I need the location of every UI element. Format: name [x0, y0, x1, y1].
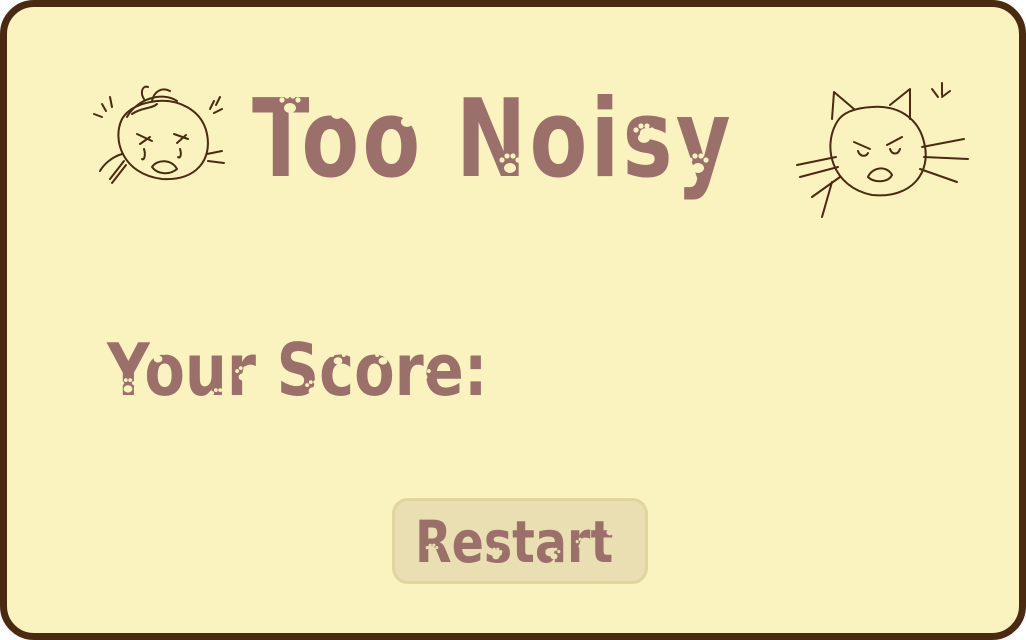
- paw-print-icon: [396, 107, 418, 127]
- paw-print-icon: [279, 93, 301, 113]
- title-row: Too Noisy: [77, 67, 977, 227]
- paw-print-icon: [425, 543, 439, 556]
- paw-print-icon: [499, 153, 521, 173]
- angry-cat-doodle-icon: [796, 82, 969, 218]
- paw-print-icon: [375, 350, 391, 365]
- paw-print-icon: [575, 537, 589, 550]
- game-over-panel: Too Noisy Your Score: Restart: [0, 0, 1026, 640]
- paw-print-icon: [415, 366, 431, 381]
- paw-print-icon: [759, 133, 781, 153]
- paw-print-icon: [455, 350, 471, 365]
- paw-print-icon: [150, 348, 166, 363]
- paw-print-icon: [547, 547, 561, 560]
- paw-print-icon: [210, 388, 226, 403]
- paw-print-icon: [235, 366, 251, 381]
- restart-button[interactable]: Restart: [392, 498, 648, 584]
- paw-print-icon: [120, 378, 136, 393]
- paw-print-icon: [449, 521, 463, 534]
- paw-print-icon: [633, 123, 655, 143]
- game-title: Too Noisy: [252, 77, 734, 202]
- paw-print-icon: [687, 153, 709, 173]
- paw-print-icon: [330, 350, 346, 365]
- paw-print-icon: [603, 523, 617, 536]
- paw-print-icon: [571, 107, 593, 127]
- paw-print-icon: [326, 99, 348, 119]
- paw-print-icon: [489, 547, 503, 560]
- angry-person-doodle-icon: [93, 85, 225, 184]
- paw-print-icon: [305, 380, 321, 395]
